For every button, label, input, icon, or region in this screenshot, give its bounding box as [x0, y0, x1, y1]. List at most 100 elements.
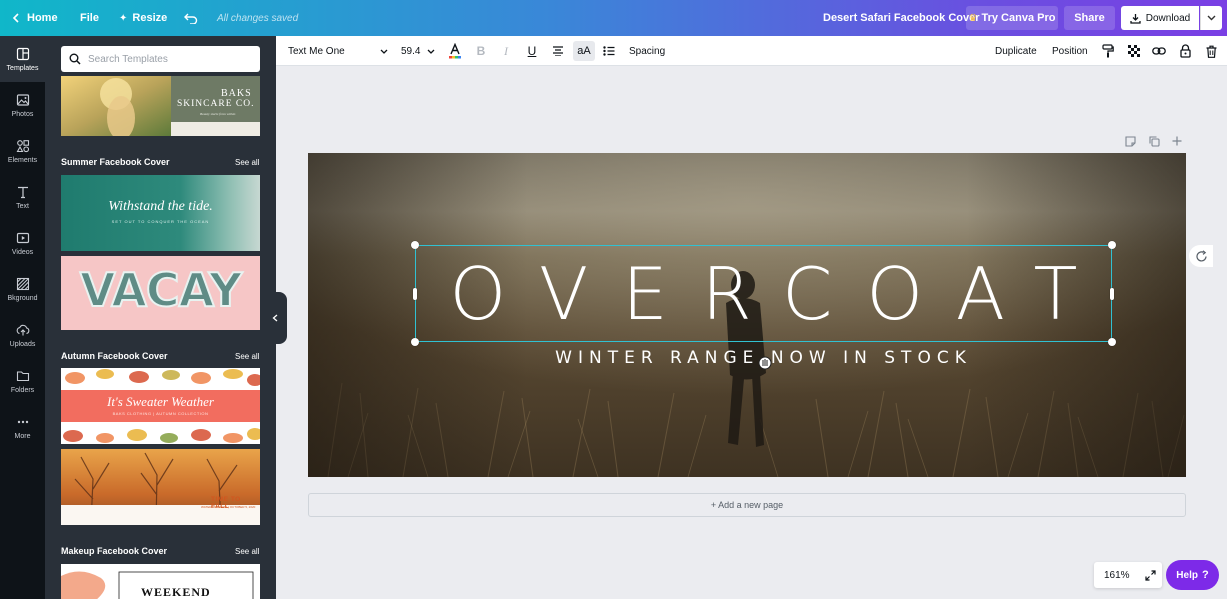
text-color-button[interactable] [445, 36, 465, 66]
baks-title: BAKS [221, 88, 252, 99]
rail-item-background[interactable]: Bkground [0, 266, 45, 312]
transparency-button[interactable] [1124, 36, 1144, 66]
duplicate-page-button[interactable] [1149, 134, 1160, 148]
weekend-title: WEEKEND [141, 585, 211, 599]
resize-handle-bottom-left[interactable] [411, 338, 419, 346]
duplicate-label: Duplicate [995, 45, 1037, 57]
template-preview [61, 449, 260, 525]
template-thumb-time-to-fall[interactable]: TIME TO FALL WATERSIDE PARK | OCTOBER 5,… [61, 449, 260, 525]
duplicate-button[interactable]: Duplicate [995, 36, 1037, 66]
position-button[interactable]: Position [1052, 36, 1088, 66]
rail-item-text[interactable]: Text [0, 174, 45, 220]
list-button[interactable] [599, 36, 619, 66]
link-button[interactable] [1149, 36, 1169, 66]
elements-icon [16, 139, 29, 152]
underline-icon: U [527, 44, 537, 58]
template-thumb-vacay[interactable]: VACAY [61, 256, 260, 330]
templates-icon [16, 47, 29, 60]
document-title-text: Desert Safari Facebook Cover [823, 12, 980, 24]
download-icon [1130, 13, 1141, 24]
videos-icon [16, 232, 29, 243]
delete-button[interactable] [1201, 36, 1221, 66]
download-options-button[interactable] [1200, 6, 1222, 30]
rail-item-more[interactable]: More [0, 404, 45, 450]
collapse-panel-button[interactable] [263, 292, 287, 344]
lock-button[interactable] [1175, 36, 1195, 66]
text-toolbar: Text Me One 59.4 B I U aA Spacing Duplic… [276, 36, 1227, 66]
spacing-button[interactable]: Spacing [629, 36, 665, 66]
rail-item-folders[interactable]: Folders [0, 358, 45, 404]
question-icon: ? [1201, 569, 1209, 581]
move-cursor-icon [758, 356, 772, 370]
tide-title: Withstand the tide. [108, 199, 213, 214]
sweater-title: It's Sweater Weather [106, 394, 214, 409]
file-menu[interactable]: File [80, 0, 99, 36]
rail-item-elements[interactable]: Elements [0, 128, 45, 174]
bold-icon: B [476, 44, 486, 58]
chevron-left-icon [12, 13, 19, 23]
rail-item-uploads[interactable]: Uploads [0, 312, 45, 358]
rail-label: Elements [7, 156, 38, 164]
search-icon [69, 53, 81, 65]
try-pro-label: Try Canva Pro [981, 12, 1056, 24]
rail-label: Uploads [9, 340, 36, 348]
letter-case-button[interactable]: aA [573, 41, 595, 61]
fullscreen-icon [1145, 569, 1156, 581]
resize-handle-left[interactable] [413, 288, 417, 300]
see-all-summer[interactable]: See all [235, 158, 259, 167]
see-all-makeup[interactable]: See all [235, 547, 259, 556]
resize-button[interactable]: ✦ Resize [119, 0, 167, 36]
rail-item-templates[interactable]: Templates [0, 36, 45, 82]
rail-label: Text [16, 202, 29, 210]
resize-handle-top-right[interactable] [1108, 241, 1116, 249]
resize-handle-bottom-right[interactable] [1108, 338, 1116, 346]
share-button[interactable]: Share [1064, 6, 1115, 30]
template-thumb-baks-skincare[interactable]: BAKS SKINCARE CO. Beauty starts from wit… [61, 76, 260, 136]
template-thumb-weekend[interactable]: WEEKEND [61, 564, 260, 599]
refresh-suggestions-button[interactable] [1189, 245, 1213, 267]
template-thumb-sweater-weather[interactable]: It's Sweater Weather BAKS CLOTHING | AUT… [61, 368, 260, 444]
zoom-control[interactable]: 161% [1094, 562, 1162, 588]
section-title-autumn: Autumn Facebook Cover [61, 351, 168, 361]
rail-item-photos[interactable]: Photos [0, 82, 45, 128]
spacing-label: Spacing [629, 45, 666, 57]
help-button[interactable]: Help ? [1166, 560, 1219, 590]
home-button[interactable]: Home [12, 0, 58, 36]
link-icon [1152, 47, 1166, 55]
crown-icon: ♛ [968, 12, 978, 24]
rail-label: Videos [11, 248, 34, 256]
rail-label: Bkground [7, 294, 38, 302]
underline-button[interactable]: U [522, 36, 542, 66]
file-label: File [80, 12, 99, 24]
resize-handle-right[interactable] [1110, 288, 1114, 300]
add-page-icon-button[interactable] [1172, 134, 1182, 148]
resize-handle-top-left[interactable] [411, 241, 419, 249]
uploads-icon [16, 324, 29, 335]
search-templates-input[interactable] [88, 53, 248, 65]
copy-style-button[interactable] [1098, 36, 1118, 66]
see-all-autumn[interactable]: See all [235, 352, 259, 361]
side-rail: Templates Photos Elements Text Videos Bk… [0, 36, 45, 599]
photos-icon [16, 93, 29, 106]
align-button[interactable] [548, 36, 568, 66]
paint-roller-icon [1102, 44, 1114, 58]
add-new-page-button[interactable]: + Add a new page [308, 493, 1186, 517]
letter-case-icon: aA [577, 45, 591, 57]
document-title[interactable]: Desert Safari Facebook Cover [823, 0, 980, 36]
section-title-summer: Summer Facebook Cover [61, 157, 170, 167]
bold-button[interactable]: B [471, 36, 491, 66]
template-thumb-withstand-tide[interactable]: Withstand the tide. SET OUT TO CONQUER T… [61, 175, 260, 251]
font-family-select[interactable]: Text Me One [288, 36, 388, 66]
undo-button[interactable] [184, 0, 198, 36]
sweater-subtitle: BAKS CLOTHING | AUTUMN COLLECTION [112, 411, 209, 416]
search-box[interactable] [61, 46, 260, 72]
transparency-icon [1127, 44, 1140, 57]
page-notes-button[interactable] [1125, 134, 1136, 148]
download-button[interactable]: Download [1121, 6, 1199, 30]
try-canva-pro-button[interactable]: ♛ Try Canva Pro [966, 6, 1058, 30]
italic-button[interactable]: I [496, 36, 516, 66]
templates-panel: BAKS SKINCARE CO. Beauty starts from wit… [45, 36, 276, 599]
folders-icon [16, 370, 29, 381]
font-size-select[interactable]: 59.4 [401, 36, 435, 66]
rail-item-videos[interactable]: Videos [0, 220, 45, 266]
